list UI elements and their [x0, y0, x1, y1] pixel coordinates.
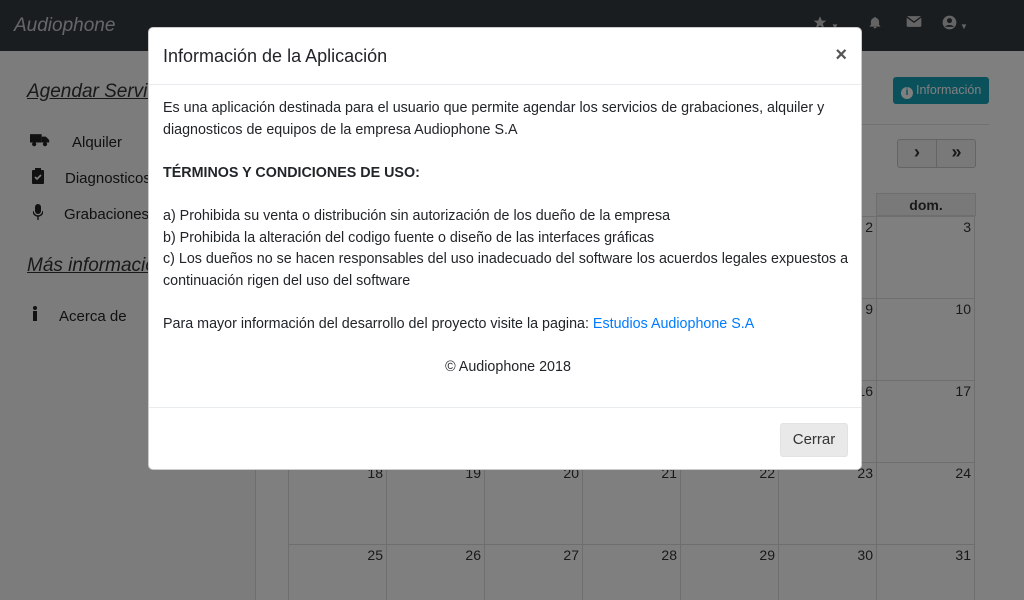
term-item: c) Los dueños no se hacen responsables d… [163, 251, 849, 289]
copyright-text: © Audiophone 2018 [445, 359, 571, 376]
modal-body: Es una aplicación destinada para el usua… [163, 98, 853, 379]
audiophone-link[interactable]: Estudios Audiophone S.A [593, 316, 754, 332]
info-modal: Información de la Aplicación × Es una ap… [148, 27, 862, 470]
term-item: b) Prohibida la alteración del codigo fu… [163, 229, 655, 246]
term-item: a) Prohibida su venta o distribución sin… [163, 207, 671, 224]
cerrar-button[interactable]: Cerrar [780, 423, 848, 457]
intro-text: Es una aplicación destinada para el usua… [163, 100, 825, 138]
modal-footer: Cerrar [149, 407, 861, 469]
more-info-paragraph: Para mayor información del desarrollo de… [163, 315, 755, 332]
modal-header: Información de la Aplicación × [149, 28, 861, 85]
close-icon[interactable]: × [835, 45, 847, 65]
modal-title: Información de la Aplicación [163, 46, 388, 66]
terms-heading: TÉRMINOS Y CONDICIONES DE USO: [163, 164, 420, 181]
